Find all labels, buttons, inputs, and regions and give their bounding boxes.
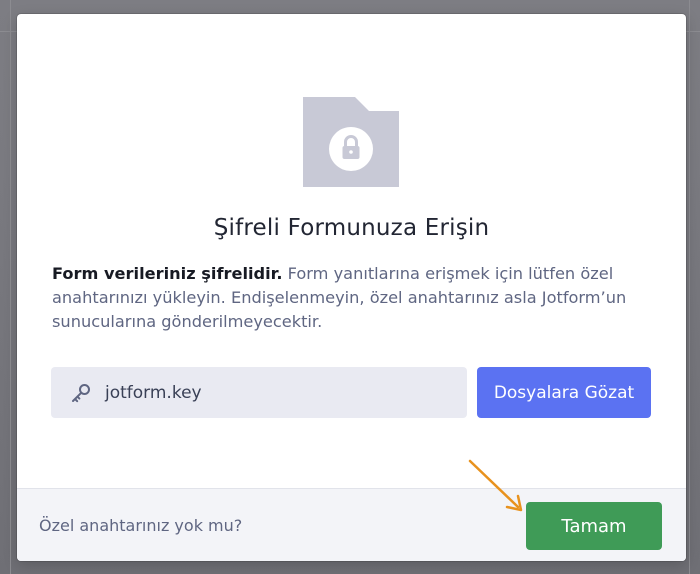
dialog-title: Şifreli Formunuza Erişin (213, 215, 490, 241)
dialog-footer: Özel anahtarınız yok mu? Tamam (17, 488, 686, 561)
background-divider-left (10, 0, 11, 574)
no-private-key-link[interactable]: Özel anahtarınız yok mu? (39, 516, 242, 535)
background-divider-right (689, 0, 690, 574)
dialog-description: Form verileriniz şifrelidir. Form yanıtl… (52, 262, 652, 334)
private-key-file-field[interactable]: jotform.key (51, 367, 467, 418)
ok-button[interactable]: Tamam (526, 502, 662, 550)
key-icon (69, 381, 93, 405)
description-bold: Form verileriniz şifrelidir. (52, 264, 283, 283)
browse-files-button[interactable]: Dosyalara Gözat (477, 367, 651, 418)
encrypted-form-dialog: Şifreli Formunuza Erişin Form verilerini… (17, 14, 686, 561)
private-key-filename: jotform.key (105, 382, 202, 403)
locked-folder-icon (303, 97, 399, 187)
